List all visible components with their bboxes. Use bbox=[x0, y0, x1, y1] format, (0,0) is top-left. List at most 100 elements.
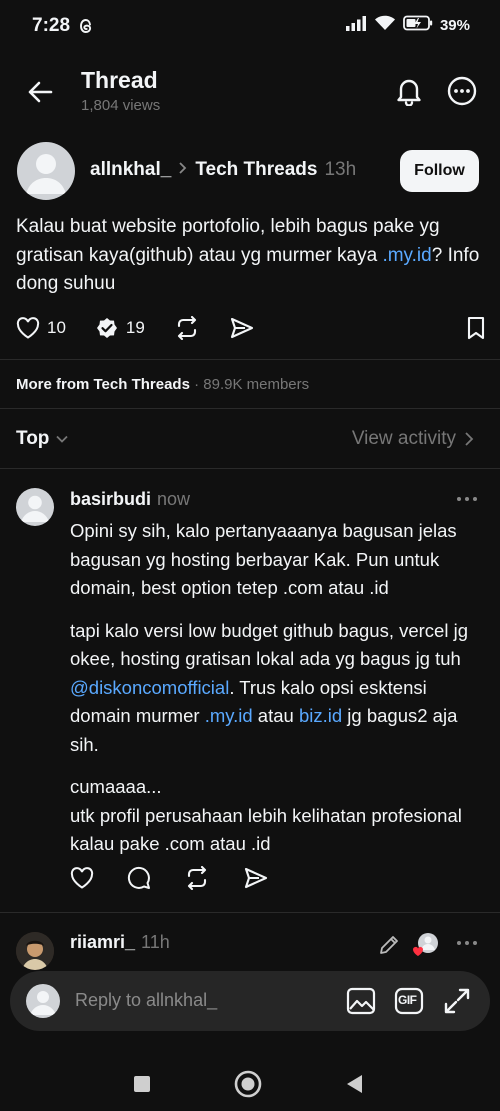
bookmark-icon bbox=[467, 316, 485, 340]
send-icon bbox=[244, 867, 268, 889]
repost-count-button[interactable]: 19 bbox=[95, 316, 145, 340]
divider bbox=[0, 359, 500, 360]
triangle-back-icon bbox=[347, 1075, 362, 1093]
divider bbox=[0, 408, 500, 409]
more-from-label: More from Tech Threads bbox=[16, 376, 190, 393]
reply-input[interactable]: Reply to allnkhal_ bbox=[75, 990, 217, 1011]
post-link[interactable]: .my.id bbox=[382, 245, 431, 266]
avatar[interactable] bbox=[16, 488, 54, 526]
status-indicators: 39% bbox=[345, 14, 470, 36]
battery-percent: 39% bbox=[439, 16, 470, 34]
domain-link[interactable]: .my.id bbox=[205, 705, 253, 726]
repost-count: 19 bbox=[125, 318, 145, 337]
avatar[interactable] bbox=[17, 142, 75, 200]
post-time: 13h bbox=[324, 159, 357, 180]
reply-username-text[interactable]: basirbudi bbox=[70, 489, 151, 509]
avatar[interactable] bbox=[16, 932, 54, 970]
default-avatar-icon bbox=[21, 495, 49, 522]
heart-icon bbox=[70, 867, 94, 889]
bookmark-button[interactable] bbox=[466, 316, 486, 345]
back-nav-button[interactable] bbox=[337, 1067, 371, 1101]
avatar-heart-icon bbox=[413, 933, 438, 956]
circle-icon bbox=[234, 1070, 262, 1098]
reply-username: riiamri_ 11h bbox=[70, 932, 170, 953]
signal-icon bbox=[345, 15, 367, 36]
recents-button[interactable] bbox=[125, 1067, 159, 1101]
default-avatar-icon bbox=[30, 991, 56, 1015]
bell-icon bbox=[397, 79, 421, 106]
repost-icon bbox=[187, 865, 207, 891]
community-link[interactable]: Tech Threads bbox=[195, 159, 317, 181]
threads-notification-icon bbox=[78, 17, 94, 40]
expand-composer-button[interactable] bbox=[441, 985, 473, 1017]
back-button[interactable] bbox=[24, 76, 56, 108]
chevron-right-icon bbox=[178, 159, 188, 181]
system-nav-bar bbox=[0, 1055, 500, 1111]
like-count: 10 bbox=[47, 318, 66, 337]
like-button[interactable] bbox=[70, 867, 94, 894]
default-avatar-icon bbox=[26, 154, 66, 194]
reply-more-button[interactable] bbox=[456, 490, 478, 508]
chevron-down-icon bbox=[56, 435, 69, 443]
status-time: 7:28 bbox=[32, 15, 71, 36]
gif-label: GIF bbox=[398, 993, 417, 1007]
reposted-check-icon bbox=[96, 318, 117, 338]
post-actions: 10 19 bbox=[16, 312, 486, 344]
mention-link[interactable]: @diskoncomofficial bbox=[70, 677, 229, 698]
view-activity-link[interactable]: View activity bbox=[352, 428, 474, 450]
more-options-button[interactable] bbox=[446, 75, 478, 107]
liked-by-author-badge bbox=[410, 932, 440, 958]
expand-icon bbox=[444, 988, 470, 1014]
comment-button[interactable] bbox=[127, 866, 151, 895]
pencil-icon bbox=[380, 936, 398, 954]
community-banner[interactable]: More from Tech Threads · 89.9K members bbox=[16, 376, 309, 393]
follow-button[interactable]: Follow bbox=[400, 150, 479, 192]
repost-icon bbox=[177, 316, 196, 340]
reply-text-part: cumaaaa... bbox=[70, 776, 162, 797]
domain-link[interactable]: biz.id bbox=[299, 705, 342, 726]
like-button[interactable]: 10 bbox=[16, 317, 66, 339]
sort-label: Top bbox=[16, 428, 50, 449]
home-button[interactable] bbox=[231, 1067, 265, 1101]
square-icon bbox=[134, 1076, 150, 1092]
thread-header: Thread 1,804 views bbox=[0, 60, 500, 122]
heart-icon bbox=[16, 317, 40, 339]
reply-text-part: atau bbox=[252, 705, 299, 726]
sort-dropdown[interactable]: Top bbox=[16, 428, 69, 450]
reply-composer[interactable]: Reply to allnkhal_ GIF bbox=[10, 971, 490, 1031]
comment-icon bbox=[127, 866, 150, 889]
repost-button[interactable] bbox=[174, 316, 200, 340]
more-horizontal-icon bbox=[457, 941, 477, 945]
user-photo-icon bbox=[16, 932, 54, 970]
gif-button[interactable]: GIF bbox=[393, 985, 425, 1017]
avatar bbox=[26, 984, 60, 1018]
reply-text-part: tapi kalo versi low budget github bagus,… bbox=[70, 619, 468, 670]
more-horizontal-circle-icon bbox=[447, 76, 477, 106]
post-meta: allnkhal_ Tech Threads 13h bbox=[90, 159, 356, 181]
reply-paragraph: cumaaaa... utk profil perusahaan lebih ke… bbox=[70, 773, 486, 859]
member-count: · 89.9K members bbox=[194, 376, 310, 393]
reply-paragraph: tapi kalo versi low budget github bagus,… bbox=[70, 617, 486, 760]
view-activity-label: View activity bbox=[351, 428, 456, 449]
reply-time: 11h bbox=[141, 932, 170, 952]
view-count: 1,804 views bbox=[81, 97, 161, 114]
reply-more-button[interactable] bbox=[456, 934, 478, 952]
arrow-left-icon bbox=[28, 81, 53, 103]
share-button[interactable] bbox=[229, 317, 255, 339]
divider bbox=[0, 468, 500, 469]
repost-button[interactable] bbox=[184, 865, 210, 895]
reply-username-text[interactable]: riiamri_ bbox=[70, 932, 135, 952]
more-horizontal-icon bbox=[457, 497, 477, 501]
status-bar: 7:28 39% bbox=[0, 0, 500, 52]
battery-icon bbox=[403, 15, 433, 36]
wifi-icon bbox=[374, 14, 396, 36]
edit-button[interactable] bbox=[378, 934, 400, 961]
replies-sort-row: Top View activity bbox=[16, 428, 484, 454]
share-button[interactable] bbox=[243, 867, 269, 894]
reply-text: Opini sy sih, kalo pertanyaaanya bagusan… bbox=[70, 517, 486, 873]
notification-button[interactable] bbox=[393, 75, 425, 107]
post-username[interactable]: allnkhal_ bbox=[90, 159, 171, 181]
divider bbox=[0, 912, 500, 913]
page-title: Thread bbox=[81, 67, 158, 93]
image-attach-button[interactable] bbox=[345, 985, 377, 1017]
